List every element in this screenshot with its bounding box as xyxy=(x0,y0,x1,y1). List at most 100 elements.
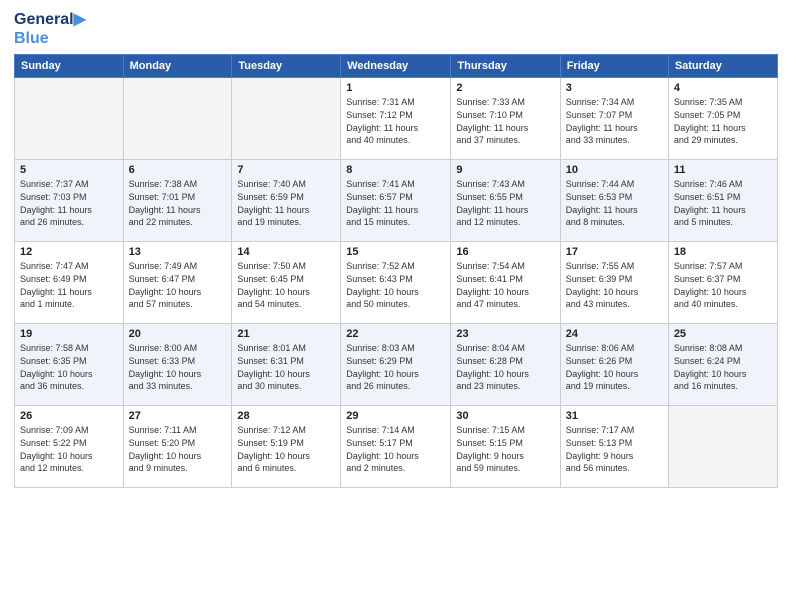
calendar-cell: 24 Sunrise: 8:06 AM Sunset: 6:26 PM Dayli… xyxy=(560,324,668,406)
day-number: 17 xyxy=(566,246,663,258)
day-number: 22 xyxy=(346,328,445,340)
day-number: 13 xyxy=(129,246,227,258)
day-number: 18 xyxy=(674,246,772,258)
calendar-cell: 2 Sunrise: 7:33 AM Sunset: 7:10 PM Daylig… xyxy=(451,78,560,160)
day-info: Sunrise: 7:33 AM Sunset: 7:10 PM Dayligh… xyxy=(456,96,554,146)
dow-header-wednesday: Wednesday xyxy=(341,55,451,78)
day-number: 6 xyxy=(129,164,227,176)
day-info: Sunrise: 7:57 AM Sunset: 6:37 PM Dayligh… xyxy=(674,260,772,310)
day-number: 7 xyxy=(237,164,335,176)
day-info: Sunrise: 7:49 AM Sunset: 6:47 PM Dayligh… xyxy=(129,260,227,310)
day-info: Sunrise: 7:35 AM Sunset: 7:05 PM Dayligh… xyxy=(674,96,772,146)
day-number: 9 xyxy=(456,164,554,176)
calendar-cell: 7 Sunrise: 7:40 AM Sunset: 6:59 PM Daylig… xyxy=(232,160,341,242)
calendar-cell: 1 Sunrise: 7:31 AM Sunset: 7:12 PM Daylig… xyxy=(341,78,451,160)
calendar-cell: 17 Sunrise: 7:55 AM Sunset: 6:39 PM Dayli… xyxy=(560,242,668,324)
day-number: 11 xyxy=(674,164,772,176)
calendar-cell: 21Sunrise: 8:01 AM Sunset: 6:31 PM Dayli… xyxy=(232,324,341,406)
day-info: Sunrise: 7:15 AM Sunset: 5:15 PM Dayligh… xyxy=(456,424,554,474)
day-info: Sunrise: 7:14 AM Sunset: 5:17 PM Dayligh… xyxy=(346,424,445,474)
header: General▶Blue xyxy=(14,10,778,48)
day-info: Sunrise: 7:40 AM Sunset: 6:59 PM Dayligh… xyxy=(237,178,335,228)
calendar-cell: 6 Sunrise: 7:38 AM Sunset: 7:01 PM Daylig… xyxy=(123,160,232,242)
calendar-cell: 20 Sunrise: 8:00 AM Sunset: 6:33 PM Dayli… xyxy=(123,324,232,406)
day-number: 2 xyxy=(456,82,554,94)
day-info: Sunrise: 7:55 AM Sunset: 6:39 PM Dayligh… xyxy=(566,260,663,310)
day-info: Sunrise: 7:44 AM Sunset: 6:53 PM Dayligh… xyxy=(566,178,663,228)
day-info: Sunrise: 7:38 AM Sunset: 7:01 PM Dayligh… xyxy=(129,178,227,228)
calendar-cell: 29Sunrise: 7:14 AM Sunset: 5:17 PM Dayli… xyxy=(341,406,451,488)
days-of-week-row: SundayMondayTuesdayWednesdayThursdayFrid… xyxy=(15,55,778,78)
day-info: Sunrise: 8:00 AM Sunset: 6:33 PM Dayligh… xyxy=(129,342,227,392)
day-info: Sunrise: 8:08 AM Sunset: 6:24 PM Dayligh… xyxy=(674,342,772,392)
day-info: Sunrise: 7:47 AM Sunset: 6:49 PM Dayligh… xyxy=(20,260,118,310)
day-info: Sunrise: 7:12 AM Sunset: 5:19 PM Dayligh… xyxy=(237,424,335,474)
dow-header-monday: Monday xyxy=(123,55,232,78)
calendar-cell: 28 Sunrise: 7:12 AM Sunset: 5:19 PM Dayli… xyxy=(232,406,341,488)
calendar-table: SundayMondayTuesdayWednesdayThursdayFrid… xyxy=(14,54,778,488)
day-number: 19 xyxy=(20,328,118,340)
calendar-cell: 15 Sunrise: 7:52 AM Sunset: 6:43 PM Dayli… xyxy=(341,242,451,324)
calendar-cell: 5 Sunrise: 7:37 AM Sunset: 7:03 PM Daylig… xyxy=(15,160,124,242)
day-info: Sunrise: 7:52 AM Sunset: 6:43 PM Dayligh… xyxy=(346,260,445,310)
dow-header-thursday: Thursday xyxy=(451,55,560,78)
day-info: Sunrise: 7:41 AM Sunset: 6:57 PM Dayligh… xyxy=(346,178,445,228)
dow-header-tuesday: Tuesday xyxy=(232,55,341,78)
week-row-3: 12 Sunrise: 7:47 AM Sunset: 6:49 PM Dayli… xyxy=(15,242,778,324)
calendar-cell: 13 Sunrise: 7:49 AM Sunset: 6:47 PM Dayli… xyxy=(123,242,232,324)
day-number: 1 xyxy=(346,82,445,94)
dow-header-saturday: Saturday xyxy=(668,55,777,78)
calendar-cell: 27Sunrise: 7:11 AM Sunset: 5:20 PM Dayli… xyxy=(123,406,232,488)
calendar-cell: 19Sunrise: 7:58 AM Sunset: 6:35 PM Dayli… xyxy=(15,324,124,406)
calendar-cell: 18 Sunrise: 7:57 AM Sunset: 6:37 PM Dayli… xyxy=(668,242,777,324)
day-number: 4 xyxy=(674,82,772,94)
day-info: Sunrise: 7:09 AM Sunset: 5:22 PM Dayligh… xyxy=(20,424,118,474)
calendar-cell: 26Sunrise: 7:09 AM Sunset: 5:22 PM Dayli… xyxy=(15,406,124,488)
calendar-body: 1 Sunrise: 7:31 AM Sunset: 7:12 PM Daylig… xyxy=(15,78,778,488)
week-row-1: 1 Sunrise: 7:31 AM Sunset: 7:12 PM Daylig… xyxy=(15,78,778,160)
day-number: 12 xyxy=(20,246,118,258)
day-number: 28 xyxy=(237,410,335,422)
day-info: Sunrise: 8:04 AM Sunset: 6:28 PM Dayligh… xyxy=(456,342,554,392)
day-number: 3 xyxy=(566,82,663,94)
calendar-cell: 9Sunrise: 7:43 AM Sunset: 6:55 PM Daylig… xyxy=(451,160,560,242)
week-row-2: 5 Sunrise: 7:37 AM Sunset: 7:03 PM Daylig… xyxy=(15,160,778,242)
day-info: Sunrise: 7:34 AM Sunset: 7:07 PM Dayligh… xyxy=(566,96,663,146)
dow-header-friday: Friday xyxy=(560,55,668,78)
calendar-cell: 16 Sunrise: 7:54 AM Sunset: 6:41 PM Dayli… xyxy=(451,242,560,324)
day-info: Sunrise: 7:11 AM Sunset: 5:20 PM Dayligh… xyxy=(129,424,227,474)
day-info: Sunrise: 7:54 AM Sunset: 6:41 PM Dayligh… xyxy=(456,260,554,310)
day-number: 8 xyxy=(346,164,445,176)
day-number: 16 xyxy=(456,246,554,258)
calendar-cell xyxy=(123,78,232,160)
day-number: 31 xyxy=(566,410,663,422)
calendar-page: General▶Blue SundayMondayTuesdayWednesda… xyxy=(0,0,792,612)
day-info: Sunrise: 7:37 AM Sunset: 7:03 PM Dayligh… xyxy=(20,178,118,228)
day-info: Sunrise: 7:46 AM Sunset: 6:51 PM Dayligh… xyxy=(674,178,772,228)
day-info: Sunrise: 8:06 AM Sunset: 6:26 PM Dayligh… xyxy=(566,342,663,392)
calendar-cell: 10Sunrise: 7:44 AM Sunset: 6:53 PM Dayli… xyxy=(560,160,668,242)
day-info: Sunrise: 8:03 AM Sunset: 6:29 PM Dayligh… xyxy=(346,342,445,392)
day-info: Sunrise: 8:01 AM Sunset: 6:31 PM Dayligh… xyxy=(237,342,335,392)
calendar-cell: 23Sunrise: 8:04 AM Sunset: 6:28 PM Dayli… xyxy=(451,324,560,406)
calendar-cell: 31 Sunrise: 7:17 AM Sunset: 5:13 PM Dayli… xyxy=(560,406,668,488)
calendar-cell xyxy=(15,78,124,160)
day-number: 20 xyxy=(129,328,227,340)
calendar-cell: 4 Sunrise: 7:35 AM Sunset: 7:05 PM Daylig… xyxy=(668,78,777,160)
calendar-cell: 12 Sunrise: 7:47 AM Sunset: 6:49 PM Dayli… xyxy=(15,242,124,324)
day-number: 24 xyxy=(566,328,663,340)
day-number: 30 xyxy=(456,410,554,422)
day-info: Sunrise: 7:31 AM Sunset: 7:12 PM Dayligh… xyxy=(346,96,445,146)
calendar-cell: 30 Sunrise: 7:15 AM Sunset: 5:15 PM Dayli… xyxy=(451,406,560,488)
week-row-4: 19Sunrise: 7:58 AM Sunset: 6:35 PM Dayli… xyxy=(15,324,778,406)
calendar-cell: 14 Sunrise: 7:50 AM Sunset: 6:45 PM Dayli… xyxy=(232,242,341,324)
logo: General▶Blue xyxy=(14,10,86,48)
day-info: Sunrise: 7:50 AM Sunset: 6:45 PM Dayligh… xyxy=(237,260,335,310)
day-number: 14 xyxy=(237,246,335,258)
logo-text: General▶Blue xyxy=(14,10,86,48)
day-number: 5 xyxy=(20,164,118,176)
day-info: Sunrise: 7:17 AM Sunset: 5:13 PM Dayligh… xyxy=(566,424,663,474)
calendar-cell: 8 Sunrise: 7:41 AM Sunset: 6:57 PM Daylig… xyxy=(341,160,451,242)
calendar-cell: 3 Sunrise: 7:34 AM Sunset: 7:07 PM Daylig… xyxy=(560,78,668,160)
day-number: 15 xyxy=(346,246,445,258)
